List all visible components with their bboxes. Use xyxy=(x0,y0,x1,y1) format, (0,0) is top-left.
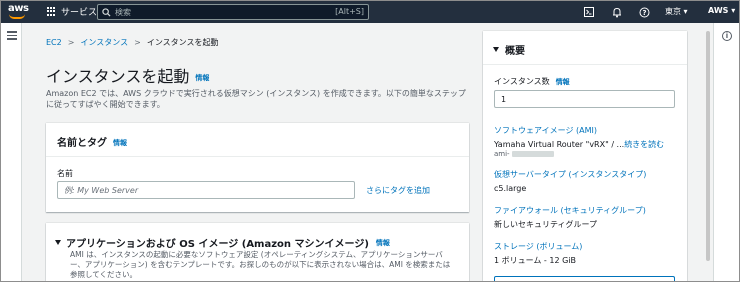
name-panel-title: 名前とタグ xyxy=(57,138,107,149)
region-selector[interactable]: 東京 ▾ xyxy=(665,6,688,17)
ami-panel-title: アプリケーションおよび OS イメージ (Amazon マシンイメージ) xyxy=(66,239,369,250)
ami-summary-link[interactable]: ソフトウェアイメージ (AMI) xyxy=(494,125,597,136)
instance-type-summary-value: c5.large xyxy=(494,184,527,193)
breadcrumb-current: インスタンスを起動 xyxy=(146,38,219,47)
browser-frame: aws サービス [Alt+S] ? 東京 xyxy=(0,0,740,282)
top-navigation: aws サービス [Alt+S] ? 東京 xyxy=(1,1,739,23)
bell-icon[interactable] xyxy=(611,6,623,18)
chevron-right-icon: > xyxy=(134,38,141,47)
search-input[interactable] xyxy=(115,7,325,17)
help-icon[interactable]: ? xyxy=(638,6,650,18)
caret-down-icon xyxy=(493,47,499,52)
page-title: インスタンスを起動 情報 xyxy=(46,63,209,87)
redacted-ami-id xyxy=(511,151,554,157)
ami-summary-value: Yamaha Virtual Router "vRX" / ...続きを読む xyxy=(494,139,664,150)
breadcrumb-ec2[interactable]: EC2 xyxy=(46,38,62,47)
menu-icon[interactable] xyxy=(7,31,17,40)
firewall-summary-value: 新しいセキュリティグループ xyxy=(494,220,598,229)
summary-action-button-partial[interactable] xyxy=(494,276,675,281)
info-icon[interactable]: i xyxy=(722,31,732,41)
instance-count-label-text: インスタンス数 xyxy=(494,77,550,86)
name-panel-header: 名前とタグ 情報 xyxy=(46,123,469,157)
summary-header[interactable]: 概要 xyxy=(493,42,525,57)
name-and-tags-panel: 名前とタグ情報 名前 さらにタグを追加 xyxy=(46,123,469,212)
page-description: Amazon EC2 では、AWS クラウドで実行される仮想マシン (インスタン… xyxy=(46,89,466,109)
name-input[interactable] xyxy=(57,181,355,199)
side-navigation-collapsed xyxy=(1,23,22,281)
main-scrollbar[interactable] xyxy=(705,31,711,281)
name-panel-info-link[interactable]: 情報 xyxy=(113,139,127,147)
ami-id: ami- xyxy=(494,150,554,158)
read-more-link[interactable]: 続きを読む xyxy=(624,140,664,149)
storage-summary-link[interactable]: ストレージ (ボリューム) xyxy=(494,241,582,252)
services-menu-button[interactable]: サービス xyxy=(47,5,97,18)
scrollbar-thumb[interactable] xyxy=(706,31,710,261)
caret-down-icon xyxy=(55,240,61,245)
name-field-label: 名前 xyxy=(57,169,73,178)
summary-divider xyxy=(483,64,687,65)
ami-id-prefix: ami- xyxy=(494,150,510,158)
services-label: サービス xyxy=(61,8,98,18)
cloudshell-icon[interactable] xyxy=(583,6,595,18)
search-shortcut-hint: [Alt+S] xyxy=(335,7,364,16)
aws-smile-icon xyxy=(9,14,25,19)
instance-count-info-link[interactable]: 情報 xyxy=(556,78,570,86)
svg-text:?: ? xyxy=(642,9,646,17)
instance-type-summary-link[interactable]: 仮想サーバータイプ (インスタンスタイプ) xyxy=(494,169,646,180)
ami-panel-description: AMI は、インスタンスの起動に必要なソフトウェア設定 (オペレーティングシステ… xyxy=(70,250,451,279)
ami-name: Yamaha Virtual Router "vRX" / ... xyxy=(494,140,625,149)
instance-count-input[interactable] xyxy=(494,90,675,108)
storage-summary-value: 1 ボリューム - 12 GiB xyxy=(494,256,576,265)
page-info-link[interactable]: 情報 xyxy=(195,74,209,82)
aws-logo[interactable]: aws xyxy=(8,4,30,20)
tools-panel-collapsed: i xyxy=(713,23,739,281)
grid-icon xyxy=(47,6,57,17)
summary-panel: 概要 インスタンス数情報 ソフトウェアイメージ (AMI) Yamaha Vir… xyxy=(483,31,687,281)
summary-title: 概要 xyxy=(505,46,525,57)
global-search[interactable]: [Alt+S] xyxy=(97,4,369,20)
breadcrumb-instances[interactable]: インスタンス xyxy=(80,37,128,48)
ami-panel-header[interactable]: アプリケーションおよび OS イメージ (Amazon マシンイメージ) 情報 xyxy=(55,235,390,250)
ami-panel-info-link[interactable]: 情報 xyxy=(376,238,390,248)
breadcrumb: EC2 > インスタンス > インスタンスを起動 xyxy=(46,37,219,48)
aws-logo-text: aws xyxy=(8,3,29,14)
account-menu[interactable]: AWS ▾ xyxy=(708,6,735,15)
add-tags-link[interactable]: さらにタグを追加 xyxy=(366,185,430,196)
instance-count-label: インスタンス数 情報 xyxy=(494,76,570,87)
chevron-right-icon: > xyxy=(67,38,75,47)
search-icon xyxy=(102,7,111,17)
firewall-summary-link[interactable]: ファイアウォール (セキュリティグループ) xyxy=(494,205,646,216)
page-title-text: インスタンスを起動 xyxy=(46,67,190,86)
ami-panel: アプリケーションおよび OS イメージ (Amazon マシンイメージ) 情報 … xyxy=(46,223,469,281)
